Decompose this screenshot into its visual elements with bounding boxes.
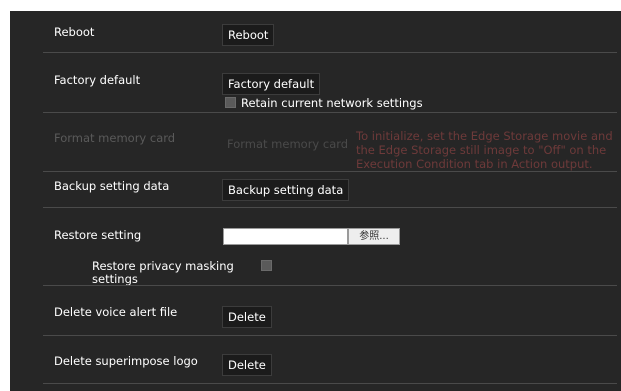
maintenance-panel: Reboot Reboot Factory default Factory de… (10, 11, 621, 391)
restore-file-input[interactable] (223, 228, 348, 245)
divider (43, 383, 617, 384)
restore-label: Restore setting (54, 228, 142, 242)
divider (43, 112, 617, 113)
format-memory-card-label: Format memory card (54, 131, 176, 145)
delete-voice-alert-button[interactable]: Delete (222, 306, 272, 328)
divider (43, 171, 617, 172)
reboot-label: Reboot (54, 25, 95, 39)
delete-voice-alert-label: Delete voice alert file (54, 305, 178, 319)
divider (43, 285, 617, 286)
factory-default-button[interactable]: Factory default (222, 73, 321, 95)
browse-button[interactable]: 参照... (348, 228, 400, 245)
delete-superimpose-logo-label: Delete superimpose logo (54, 354, 198, 368)
delete-superimpose-logo-button[interactable]: Delete (222, 354, 272, 376)
retain-network-checkbox[interactable] (225, 97, 236, 108)
divider (43, 52, 617, 53)
format-note-line-2: the Edge Storage still image to "Off" on… (356, 143, 607, 157)
reboot-button[interactable]: Reboot (222, 24, 275, 46)
restore-privacy-checkbox[interactable] (261, 260, 272, 271)
divider (43, 335, 617, 336)
format-note-line-3: Execution Condition tab in Action output… (356, 157, 593, 171)
format-note-line-1: To initialize, set the Edge Storage movi… (356, 129, 613, 143)
format-memory-card-button: Format memory card (226, 133, 349, 155)
restore-privacy-label-line-2: settings (92, 272, 138, 286)
divider (43, 207, 617, 208)
retain-network-label: Retain current network settings (241, 96, 423, 110)
backup-label: Backup setting data (54, 179, 170, 193)
factory-default-label: Factory default (54, 73, 141, 87)
restore-privacy-label-line-1: Restore privacy masking (92, 259, 234, 273)
backup-button[interactable]: Backup setting data (222, 179, 350, 201)
